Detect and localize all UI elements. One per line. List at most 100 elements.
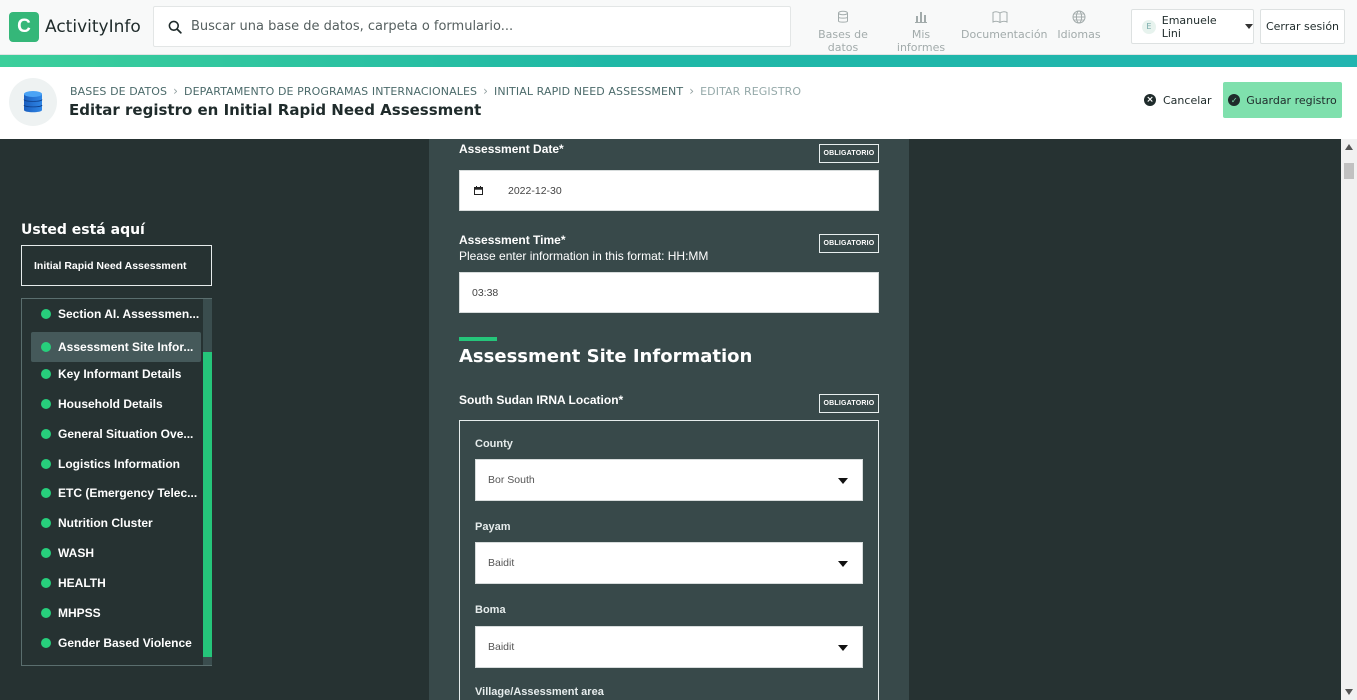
calendar-icon bbox=[474, 186, 483, 195]
close-icon: × bbox=[1144, 94, 1156, 106]
village-label: Village/Assessment area bbox=[475, 686, 604, 698]
section-nav-item[interactable]: MHPSS bbox=[31, 598, 201, 628]
assessment-time-label: Assessment Time* bbox=[459, 233, 566, 247]
assessment-date-field[interactable]: 2022-12-30 bbox=[459, 170, 879, 211]
status-dot-icon bbox=[41, 608, 51, 618]
cancel-label: Cancelar bbox=[1163, 93, 1212, 107]
page-header: BASES DE DATOS › DEPARTAMENTO DE PROGRAM… bbox=[0, 67, 1357, 139]
section-nav-label: ETC (Emergency Telec... bbox=[58, 486, 198, 500]
section-nav-item-active[interactable]: Assessment Site Infor... bbox=[31, 332, 201, 362]
you-are-here-heading: Usted está aquí bbox=[21, 222, 145, 238]
section-nav-item[interactable]: Section AI. Assessmen... bbox=[31, 299, 201, 329]
accent-strip bbox=[0, 55, 1357, 67]
breadcrumb-form[interactable]: INITIAL RAPID NEED ASSESSMENT bbox=[494, 85, 683, 98]
activityinfo-logo-icon: C bbox=[9, 12, 39, 42]
assessment-date-value: 2022-12-30 bbox=[508, 184, 562, 197]
payam-select[interactable]: Baidit bbox=[475, 542, 863, 584]
section-nav-item[interactable]: ETC (Emergency Telec... bbox=[31, 478, 201, 508]
section-nav-scrollbar[interactable] bbox=[203, 299, 212, 665]
dropdown-arrow-icon bbox=[838, 561, 848, 567]
nav-reports[interactable]: Mis informes bbox=[889, 10, 953, 54]
section-nav-item[interactable]: Key Informant Details bbox=[31, 359, 201, 389]
nav-documentation[interactable]: Documentación bbox=[961, 10, 1048, 41]
search-bar[interactable] bbox=[153, 6, 791, 47]
section-title: Assessment Site Information bbox=[459, 346, 753, 367]
assessment-time-field[interactable]: 03:38 bbox=[459, 272, 879, 313]
user-menu-button[interactable]: E Emanuele Lini bbox=[1131, 9, 1254, 44]
nav-documentation-label: Documentación bbox=[961, 28, 1048, 41]
section-nav-label: MHPSS bbox=[58, 606, 101, 620]
assessment-time-value: 03:38 bbox=[472, 286, 499, 299]
user-name: Emanuele Lini bbox=[1161, 13, 1217, 40]
status-dot-icon bbox=[41, 399, 51, 409]
assessment-time-help: Please enter information in this format:… bbox=[459, 249, 709, 263]
chevron-down-icon bbox=[1245, 24, 1253, 29]
database-icon bbox=[23, 91, 43, 113]
scroll-up-icon[interactable] bbox=[1345, 144, 1353, 150]
page-title: Editar registro en Initial Rapid Need As… bbox=[69, 101, 482, 119]
nav-databases[interactable]: Bases de datos bbox=[807, 10, 879, 54]
page-scroll-thumb[interactable] bbox=[1344, 163, 1354, 179]
county-select[interactable]: Bor South bbox=[475, 459, 863, 501]
status-dot-icon bbox=[41, 459, 51, 469]
section-nav-item[interactable]: Household Details bbox=[31, 389, 201, 419]
section-nav-scroll-thumb[interactable] bbox=[203, 352, 212, 657]
form-panel: Assessment Date* OBLIGATORIO 2022-12-30 … bbox=[429, 139, 909, 700]
book-icon bbox=[992, 11, 1008, 24]
breadcrumb: BASES DE DATOS › DEPARTAMENTO DE PROGRAM… bbox=[70, 84, 801, 98]
logout-button[interactable]: Cerrar sesión bbox=[1260, 9, 1345, 44]
payam-label: Payam bbox=[475, 521, 511, 533]
search-icon bbox=[168, 20, 182, 34]
section-nav-label: HEALTH bbox=[58, 576, 106, 590]
search-input[interactable] bbox=[191, 19, 751, 34]
section-nav-label: Assessment Site Infor... bbox=[58, 340, 194, 354]
status-dot-icon bbox=[41, 518, 51, 528]
status-dot-icon bbox=[41, 548, 51, 558]
county-value: Bor South bbox=[488, 474, 535, 486]
section-nav-item[interactable]: General Situation Ove... bbox=[31, 419, 201, 449]
location-subform: County Bor South Payam Baidit Boma Baidi… bbox=[459, 420, 879, 700]
section-nav: Section AI. Assessmen... Assessment Site… bbox=[21, 298, 212, 666]
required-badge: OBLIGATORIO bbox=[819, 234, 879, 253]
dropdown-arrow-icon bbox=[838, 645, 848, 651]
status-dot-icon bbox=[41, 638, 51, 648]
dropdown-arrow-icon bbox=[838, 478, 848, 484]
section-accent-bar bbox=[459, 337, 497, 341]
database-badge bbox=[9, 78, 57, 126]
breadcrumb-department[interactable]: DEPARTAMENTO DE PROGRAMAS INTERNACIONALE… bbox=[184, 85, 477, 98]
top-bar: C ActivityInfo Bases de datos bbox=[0, 0, 1357, 55]
required-badge: OBLIGATORIO bbox=[819, 144, 879, 163]
payam-value: Baidit bbox=[488, 557, 515, 569]
location-label: South Sudan IRNA Location* bbox=[459, 393, 624, 407]
status-dot-icon bbox=[41, 488, 51, 498]
brand-name: ActivityInfo bbox=[45, 17, 141, 37]
database-icon bbox=[838, 10, 848, 23]
section-nav-label: Section AI. Assessmen... bbox=[58, 307, 200, 321]
bar-chart-icon bbox=[915, 12, 927, 23]
breadcrumb-databases[interactable]: BASES DE DATOS bbox=[70, 85, 167, 98]
nav-languages[interactable]: Idiomas bbox=[1054, 10, 1104, 41]
current-form-box[interactable]: Initial Rapid Need Assessment bbox=[21, 245, 212, 286]
boma-select[interactable]: Baidit bbox=[475, 626, 863, 668]
check-icon: ✓ bbox=[1228, 94, 1241, 106]
scroll-down-icon[interactable] bbox=[1345, 689, 1353, 695]
status-dot-icon bbox=[41, 578, 51, 588]
chevron-right-icon: › bbox=[173, 84, 179, 98]
brand[interactable]: C ActivityInfo bbox=[9, 12, 141, 42]
save-record-button[interactable]: ✓ Guardar registro bbox=[1223, 82, 1342, 118]
section-nav-item[interactable]: Logistics Information bbox=[31, 449, 201, 479]
boma-label: Boma bbox=[475, 604, 506, 616]
section-nav-item[interactable]: HEALTH bbox=[31, 568, 201, 598]
nav-languages-label: Idiomas bbox=[1057, 28, 1101, 41]
section-nav-item[interactable]: Nutrition Cluster bbox=[31, 508, 201, 538]
chevron-right-icon: › bbox=[483, 84, 489, 98]
section-nav-label: Key Informant Details bbox=[58, 367, 182, 381]
cancel-button[interactable]: × Cancelar bbox=[1144, 89, 1212, 111]
page-scrollbar[interactable] bbox=[1341, 139, 1357, 700]
section-nav-label: General Situation Ove... bbox=[58, 427, 194, 441]
boma-value: Baidit bbox=[488, 641, 515, 653]
status-dot-icon bbox=[41, 309, 51, 319]
section-nav-item[interactable]: WASH bbox=[31, 538, 201, 568]
section-nav-item[interactable]: Gender Based Violence bbox=[31, 628, 201, 658]
globe-icon bbox=[1072, 10, 1086, 24]
